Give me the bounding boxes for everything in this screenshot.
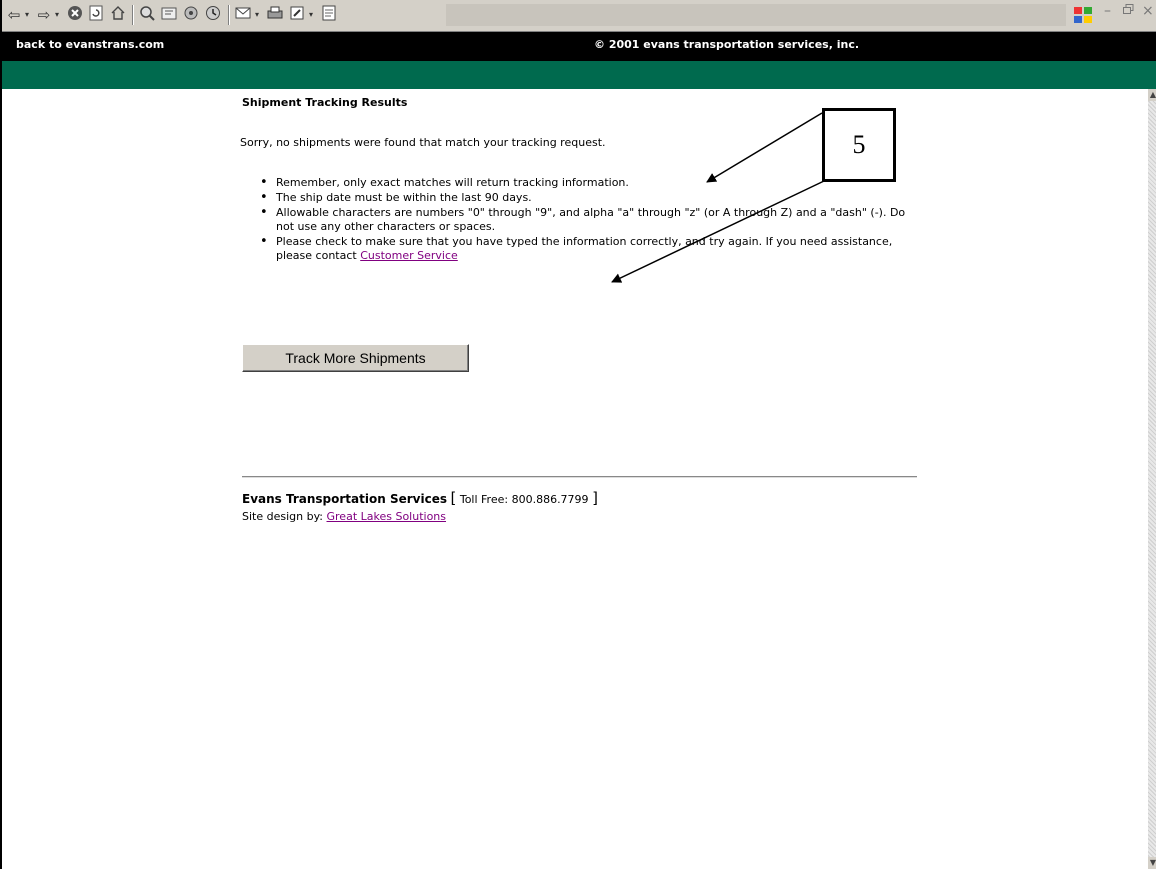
mail-icon[interactable]: [234, 5, 252, 25]
annotation-arrow-1: [706, 112, 823, 183]
minimize-icon[interactable]: –: [1104, 3, 1111, 19]
stop-icon[interactable]: [66, 5, 84, 25]
tips-list: Remember, only exact matches will return…: [242, 176, 926, 264]
back-icon[interactable]: ⇦: [6, 5, 22, 25]
scroll-up-icon[interactable]: ▲: [1148, 89, 1156, 101]
copyright-text: © 2001 evans transportation services, in…: [594, 38, 860, 51]
back-dropdown-icon[interactable]: ▾: [22, 5, 32, 25]
search-icon[interactable]: [138, 5, 156, 25]
no-results-message: Sorry, no shipments were found that matc…: [240, 136, 606, 149]
annotation-arrows: [611, 112, 825, 283]
back-to-site-link[interactable]: back to evanstrans.com: [16, 38, 164, 51]
footer-divider: [242, 476, 917, 478]
site-header-bar: back to evanstrans.com © 2001 evans tran…: [2, 32, 1156, 61]
discuss-icon[interactable]: [320, 5, 338, 25]
great-lakes-solutions-link[interactable]: Great Lakes Solutions: [327, 510, 447, 523]
green-banner: [2, 61, 1156, 89]
edit-icon[interactable]: [288, 5, 306, 25]
favorites-icon[interactable]: [160, 5, 178, 25]
refresh-icon[interactable]: [87, 5, 105, 25]
customer-service-link[interactable]: Customer Service: [360, 249, 458, 262]
footer-line-1: Evans Transportation Services [ Toll Fre…: [242, 490, 598, 508]
mail-dropdown-icon[interactable]: ▾: [252, 5, 262, 25]
page-title: Shipment Tracking Results: [242, 96, 408, 109]
forward-icon[interactable]: ⇨: [36, 5, 52, 25]
restore-icon[interactable]: [1123, 3, 1134, 19]
bracket-close: ]: [592, 489, 598, 507]
annotation-callout: 5: [822, 108, 896, 182]
vertical-scrollbar[interactable]: ▲ ▼: [1148, 89, 1156, 869]
forward-dropdown-icon[interactable]: ▾: [52, 5, 62, 25]
company-name: Evans Transportation Services: [242, 492, 447, 506]
list-item: Please check to make sure that you have …: [260, 235, 926, 263]
list-item: The ship date must be within the last 90…: [260, 191, 926, 205]
toolbar-separator: [132, 5, 134, 25]
media-icon[interactable]: [182, 5, 200, 25]
toll-free-number: Toll Free: 800.886.7799: [456, 493, 593, 506]
list-item: Allowable characters are numbers "0" thr…: [260, 206, 926, 234]
browser-window: ⇦ ▾ ⇨ ▾ ▾ ▾ – × back to evanstrans.com ©…: [0, 0, 1156, 869]
footer: Evans Transportation Services [ Toll Fre…: [242, 490, 598, 525]
history-icon[interactable]: [204, 5, 222, 25]
print-icon[interactable]: [266, 5, 284, 25]
edit-dropdown-icon[interactable]: ▾: [306, 5, 316, 25]
footer-line-2: Site design by: Great Lakes Solutions: [242, 508, 598, 525]
windows-logo-icon: [1072, 5, 1094, 25]
close-icon[interactable]: ×: [1142, 3, 1154, 19]
track-more-shipments-button[interactable]: Track More Shipments: [242, 344, 469, 372]
design-credit-label: Site design by:: [242, 510, 327, 523]
browser-toolbar: ⇦ ▾ ⇨ ▾ ▾ ▾ – ×: [2, 0, 1156, 32]
home-icon[interactable]: [109, 5, 127, 25]
scroll-down-icon[interactable]: ▼: [1148, 857, 1156, 869]
address-bar-area[interactable]: [446, 4, 1066, 26]
toolbar-separator: [228, 5, 230, 25]
